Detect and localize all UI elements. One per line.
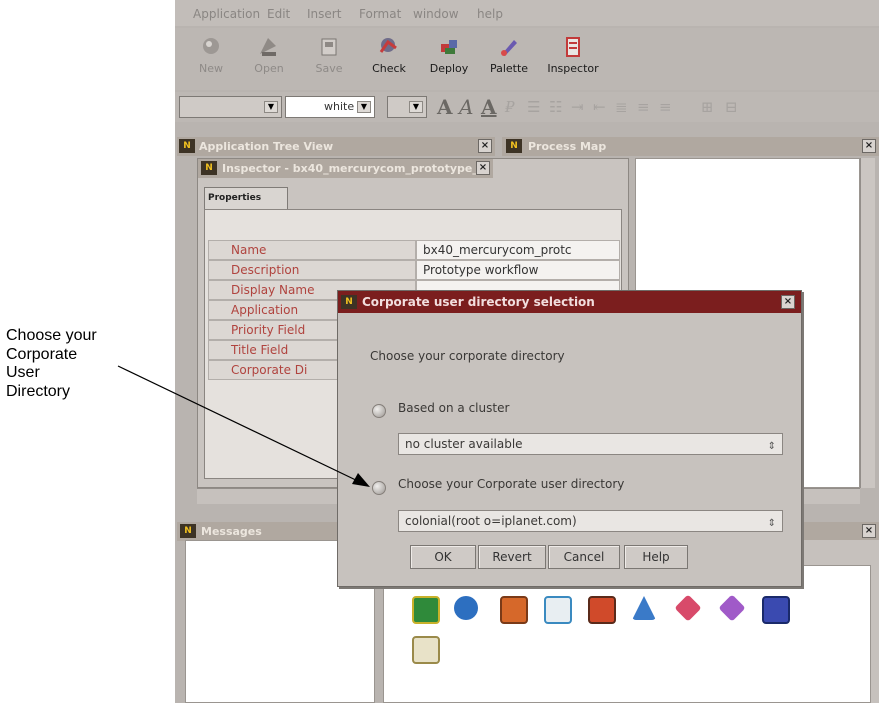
callout-arrow-line [117,365,363,484]
callout-arrow [117,365,370,487]
callout-arrow-head [352,473,370,487]
